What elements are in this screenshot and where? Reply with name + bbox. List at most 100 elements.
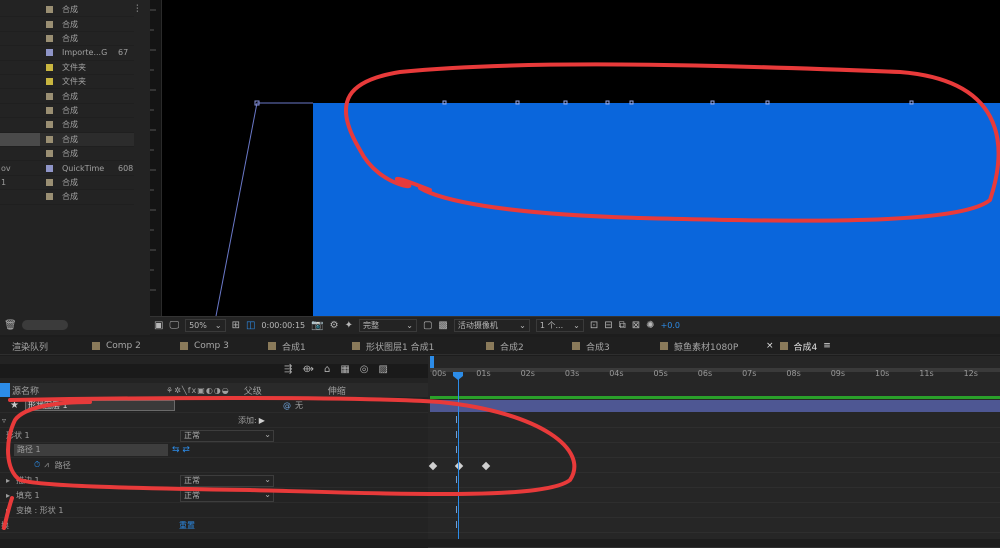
frame-blend-icon[interactable]: ▦ bbox=[340, 364, 349, 375]
project-item[interactable]: 合成 bbox=[0, 17, 134, 32]
shape-blend-mode-dropdown[interactable]: 正常 ⌄ bbox=[180, 430, 274, 442]
source-name-header[interactable]: 源名称 bbox=[12, 384, 39, 397]
label-color-swatch[interactable] bbox=[46, 92, 53, 100]
views-dropdown[interactable]: 1 个... ⌄ bbox=[535, 319, 584, 332]
label-color-swatch[interactable] bbox=[46, 20, 53, 28]
timeline-track[interactable] bbox=[428, 488, 1000, 503]
tab-shape-layer-comp1[interactable]: 形状图层1 合成1 bbox=[352, 339, 434, 353]
mask-icon[interactable]: ◫ bbox=[246, 320, 255, 331]
label-color-swatch[interactable] bbox=[46, 63, 53, 71]
layer-row[interactable]: ★ 形状图层 1 @ 无 bbox=[0, 398, 428, 413]
expand-icon[interactable]: ▸ bbox=[6, 476, 10, 485]
timeline-track[interactable] bbox=[428, 458, 1000, 473]
expand-icon[interactable]: ▸ bbox=[6, 491, 10, 500]
project-item[interactable]: 合成 bbox=[0, 32, 134, 47]
project-item[interactable]: Importe...G 67 bbox=[0, 46, 134, 61]
parent-pickwhip-icon[interactable]: @ bbox=[283, 401, 291, 410]
label-color-swatch[interactable] bbox=[46, 78, 53, 86]
label-color-swatch[interactable] bbox=[46, 34, 53, 42]
label-color-swatch[interactable] bbox=[46, 150, 53, 158]
camera-dropdown[interactable]: 活动摄像机 ⌄ bbox=[453, 319, 530, 332]
transform-shape-row[interactable]: ▸ 变换 : 形状 1 bbox=[0, 503, 428, 518]
stopwatch-icon[interactable]: ⏱ bbox=[34, 460, 40, 470]
transparency-grid-icon[interactable]: ▩ bbox=[438, 320, 447, 331]
parent-value[interactable]: 无 bbox=[295, 400, 303, 411]
label-color-swatch[interactable] bbox=[46, 164, 53, 172]
exposure-icon[interactable]: ✺ bbox=[646, 320, 654, 331]
tab-comp3[interactable]: 合成3 bbox=[572, 339, 610, 353]
channels-icon[interactable]: ⚙ bbox=[330, 320, 339, 331]
timeline-track[interactable] bbox=[428, 503, 1000, 518]
timeline-icon[interactable]: ⊠ bbox=[632, 320, 640, 331]
close-icon[interactable]: × bbox=[766, 341, 774, 351]
expand-icon[interactable]: ▾ bbox=[6, 446, 10, 455]
timeline-track[interactable] bbox=[428, 518, 1000, 533]
tab-comp1[interactable]: 合成1 bbox=[268, 339, 306, 353]
flowchart-icon[interactable]: ⧉ bbox=[619, 320, 626, 331]
label-color-swatch[interactable] bbox=[46, 106, 53, 114]
tab-menu-icon[interactable]: ≡ bbox=[823, 341, 831, 351]
trash-icon[interactable]: 🗑 bbox=[4, 320, 17, 331]
hierarchy-icon[interactable]: ⫶ bbox=[136, 4, 139, 15]
project-item[interactable]: 文件夹 bbox=[0, 61, 134, 75]
label-color-swatch[interactable] bbox=[46, 178, 53, 186]
color-icon[interactable]: ✦ bbox=[345, 320, 353, 331]
project-item[interactable]: 1 合成 bbox=[0, 176, 134, 191]
project-item[interactable]: 合成 bbox=[0, 104, 134, 119]
layer-name[interactable]: 形状图层 1 bbox=[24, 399, 175, 411]
timeline-track[interactable] bbox=[428, 533, 1000, 548]
stroke-blend-mode-dropdown[interactable]: 正常 ⌄ bbox=[180, 475, 274, 487]
comp-flowchart-icon[interactable]: ⇶ bbox=[284, 364, 292, 375]
transform-row[interactable]: 换 重置 bbox=[0, 518, 428, 533]
stretch-header[interactable]: 伸缩 bbox=[328, 384, 346, 397]
reset-link[interactable]: 重置 bbox=[179, 520, 195, 531]
path-property-row[interactable]: ⏱ ⩘ 路径 bbox=[0, 458, 428, 473]
draft-3d-icon[interactable]: ⟴ bbox=[302, 364, 314, 375]
graph-editor-icon[interactable]: ▨ bbox=[379, 364, 388, 375]
shy-icon[interactable]: ⌂ bbox=[324, 364, 330, 375]
expand-icon[interactable]: ▿ bbox=[2, 416, 6, 425]
playhead-line[interactable] bbox=[458, 374, 459, 539]
zoom-dropdown[interactable]: 50% ⌄ bbox=[185, 319, 226, 332]
timeline-track[interactable] bbox=[428, 473, 1000, 488]
project-item[interactable]: 合成 bbox=[0, 3, 134, 18]
project-scrollbar[interactable] bbox=[22, 320, 68, 330]
parent-header[interactable]: 父级 bbox=[244, 384, 262, 397]
fast-preview-icon[interactable]: ⊟ bbox=[604, 320, 612, 331]
project-item[interactable]: 合成 bbox=[0, 132, 134, 147]
shape-layer-fill[interactable] bbox=[313, 103, 1000, 316]
exposure-value[interactable]: +0.0 bbox=[661, 321, 680, 330]
project-item[interactable]: ov QuickTime 608 bbox=[0, 161, 134, 176]
work-area-start-handle[interactable] bbox=[430, 356, 434, 368]
roi-icon[interactable]: ▢ bbox=[423, 320, 432, 331]
resolution-dropdown[interactable]: 完整 ⌄ bbox=[358, 319, 417, 332]
region-icon[interactable]: ▣ bbox=[154, 320, 163, 331]
graph-icon[interactable]: ⩘ bbox=[44, 460, 49, 470]
timecode[interactable]: 0:00:00:15 bbox=[261, 321, 305, 330]
tab-comp-2[interactable]: Comp 2 bbox=[92, 339, 141, 353]
project-item[interactable]: 合成 bbox=[0, 118, 134, 133]
project-item[interactable]: 合成 bbox=[0, 147, 134, 162]
tab-comp2[interactable]: 合成2 bbox=[486, 339, 524, 353]
add-button-icon[interactable]: ▶ bbox=[259, 416, 265, 425]
path-group-row[interactable]: ▾ 路径 1 ⇆ ⇄ bbox=[0, 443, 428, 458]
work-area-bar[interactable] bbox=[430, 368, 1000, 372]
timeline-track[interactable] bbox=[428, 413, 1000, 428]
label-color-swatch[interactable] bbox=[46, 121, 53, 129]
tab-whale-footage[interactable]: 鲸鱼素材1080P bbox=[660, 339, 738, 353]
tab-render-queue[interactable]: 渲染队列 bbox=[12, 339, 48, 353]
timeline-track[interactable] bbox=[428, 443, 1000, 458]
timeline-track[interactable] bbox=[428, 428, 1000, 443]
label-color-swatch[interactable] bbox=[46, 6, 53, 14]
fill-blend-mode-dropdown[interactable]: 正常 ⌄ bbox=[180, 490, 274, 502]
label-color-swatch[interactable] bbox=[46, 49, 53, 57]
project-item[interactable]: 文件夹 bbox=[0, 75, 134, 90]
path-direction-icon[interactable]: ⇆ ⇄ bbox=[172, 445, 190, 455]
motion-blur-icon[interactable]: ◎ bbox=[360, 364, 369, 375]
project-item[interactable]: 合成 bbox=[0, 190, 134, 205]
expand-icon[interactable]: ▸ bbox=[6, 506, 10, 515]
layer-duration-bar[interactable] bbox=[430, 400, 1000, 412]
grid-icon[interactable]: ⊞ bbox=[232, 320, 240, 331]
toggle-pixel-icon[interactable]: ⊡ bbox=[590, 320, 598, 331]
project-item[interactable]: 合成 bbox=[0, 89, 134, 104]
